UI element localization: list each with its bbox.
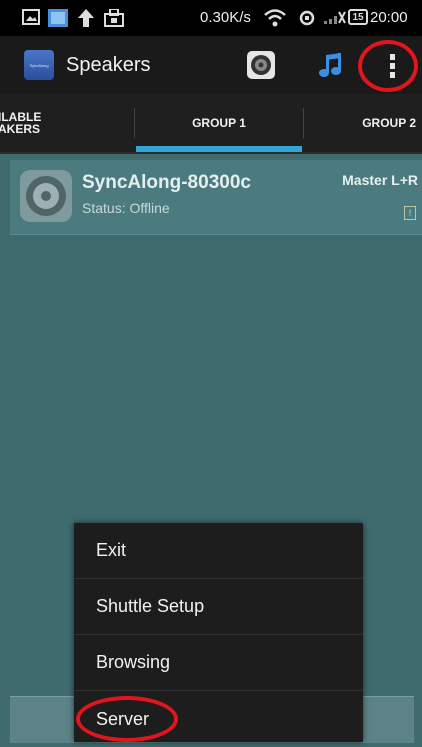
speaker-list-item[interactable]: SyncAlong-80300c Status: Offline Master … — [10, 160, 422, 235]
bag-notification-icon — [104, 9, 124, 27]
speaker-name: SyncAlong-80300c — [82, 172, 251, 193]
menu-item-label: Browsing — [96, 652, 171, 672]
highlight-ring-overflow — [358, 40, 418, 92]
speaker-warning-glyph: ! — [408, 208, 412, 218]
tab-group-2[interactable]: GROUP 2 — [304, 94, 422, 152]
speaker-role: Master L+R — [342, 172, 418, 188]
menu-item-label: Shuttle Setup — [96, 596, 205, 616]
tab-label: GROUP 1 — [192, 116, 246, 130]
menu-item-label: Exit — [96, 540, 127, 560]
status-bar: 0.30K/s 15 20:00 — [0, 0, 422, 36]
tab-label-line2: AKERS — [0, 122, 41, 136]
clock: 20:00 — [370, 9, 408, 26]
page-title: Speakers — [66, 54, 151, 76]
signal-icon — [324, 11, 346, 24]
network-speed: 0.30K/s — [200, 9, 251, 26]
wifi-icon — [264, 9, 286, 27]
active-tab-indicator — [136, 146, 302, 152]
tab-bar: ILABLE AKERS GROUP 1 GROUP 2 — [0, 94, 422, 154]
app-logo-text: SyncAlong — [29, 62, 49, 68]
battery-level: 15 — [352, 11, 364, 23]
tab-available-speakers[interactable]: ILABLE AKERS — [0, 94, 128, 152]
app-logo[interactable]: SyncAlong — [24, 50, 54, 80]
image-notification-icon — [22, 9, 40, 25]
menu-item-browsing[interactable]: Browsing — [74, 635, 363, 691]
speaker-device-icon — [20, 170, 72, 222]
tab-divider — [134, 108, 135, 138]
menu-item-exit[interactable]: Exit — [74, 523, 363, 579]
tab-group-1[interactable]: GROUP 1 — [136, 94, 302, 152]
gallery-notification-icon — [48, 9, 68, 27]
speaker-warning-icon[interactable]: ! — [404, 206, 416, 220]
battery-icon: 15 — [348, 9, 368, 25]
speaker-status: Status: Offline — [82, 200, 170, 216]
sync-icon — [299, 10, 315, 26]
music-note-icon[interactable] — [318, 52, 344, 78]
highlight-ring-server — [76, 696, 178, 742]
action-bar: SyncAlong Speakers — [0, 36, 422, 94]
menu-item-shuttle-setup[interactable]: Shuttle Setup — [74, 579, 363, 635]
speaker-icon[interactable] — [246, 50, 276, 80]
upload-arrow-icon — [78, 9, 94, 27]
tab-label: GROUP 2 — [362, 116, 416, 130]
